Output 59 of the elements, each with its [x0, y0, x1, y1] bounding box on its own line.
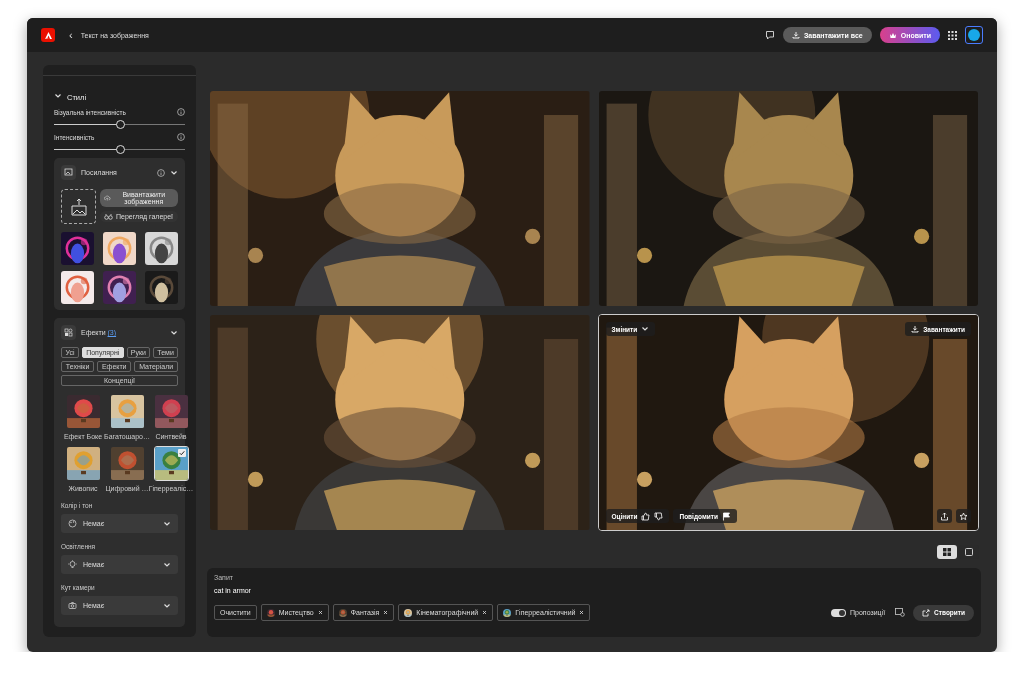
checkmark-icon	[177, 449, 186, 457]
favorite-button[interactable]	[956, 509, 971, 523]
feedback-icon[interactable]	[764, 30, 775, 40]
effect-thumbnail[interactable]	[153, 394, 189, 429]
chevron-down-icon	[163, 601, 171, 610]
app-logo-icon[interactable]	[41, 28, 55, 42]
effect-thumbnail[interactable]	[153, 446, 189, 481]
reference-thumbnail[interactable]	[145, 232, 178, 265]
info-icon[interactable]	[177, 133, 185, 141]
grid-view-button[interactable]	[937, 545, 957, 559]
chevron-down-icon	[163, 519, 171, 528]
camera-icon	[68, 601, 77, 610]
effect-thumbnail[interactable]	[109, 394, 145, 429]
export-icon	[922, 608, 931, 617]
reference-thumbnail[interactable]	[103, 271, 136, 304]
chevron-down-icon	[170, 328, 178, 337]
effect-thumbnail[interactable]	[65, 394, 101, 429]
reference-thumbnail[interactable]	[103, 232, 136, 265]
share-button[interactable]	[937, 509, 952, 523]
square-icon	[965, 548, 973, 556]
chevron-down-icon	[641, 325, 650, 333]
thumbs-up-icon[interactable]	[641, 511, 651, 521]
cloud-upload-icon	[104, 194, 111, 202]
binoculars-icon	[104, 213, 113, 220]
share-icon	[940, 511, 949, 521]
light-bulb-icon	[68, 560, 77, 569]
toggle-switch[interactable]	[831, 608, 847, 617]
star-icon	[959, 511, 968, 521]
chevron-down-icon	[163, 560, 171, 569]
remove-icon[interactable]	[482, 610, 488, 615]
remove-icon[interactable]	[383, 610, 389, 615]
palette-icon	[68, 519, 77, 528]
reference-thumbnail[interactable]	[145, 271, 178, 304]
reference-thumbnail[interactable]	[61, 271, 94, 304]
effect-thumbnail[interactable]	[65, 446, 101, 481]
back-button[interactable]: ‹	[69, 29, 73, 41]
slider-thumb[interactable]	[115, 120, 125, 129]
effects-grid-icon	[61, 325, 76, 340]
chevron-down-icon	[170, 168, 178, 177]
crown-icon	[888, 31, 897, 39]
flag-icon	[721, 511, 731, 521]
effect-thumbnail[interactable]	[109, 446, 145, 481]
slider-thumb[interactable]	[115, 145, 125, 154]
apps-grid-icon[interactable]	[948, 30, 957, 40]
info-icon[interactable]	[157, 168, 165, 177]
remove-icon[interactable]	[317, 610, 323, 615]
reference-thumbnail[interactable]	[61, 232, 94, 265]
reference-image-icon	[61, 165, 76, 180]
download-icon	[791, 31, 800, 39]
grid-icon	[943, 548, 951, 556]
image-upload-icon	[68, 197, 89, 216]
download-icon	[911, 325, 920, 333]
chevron-down-icon	[54, 92, 62, 100]
upload-drop-zone[interactable]	[61, 189, 96, 224]
info-icon[interactable]	[177, 108, 185, 116]
remove-icon[interactable]	[579, 610, 585, 615]
image-settings-icon[interactable]	[895, 608, 906, 617]
thumbs-down-icon[interactable]	[654, 511, 664, 521]
avatar-icon[interactable]	[965, 26, 983, 44]
